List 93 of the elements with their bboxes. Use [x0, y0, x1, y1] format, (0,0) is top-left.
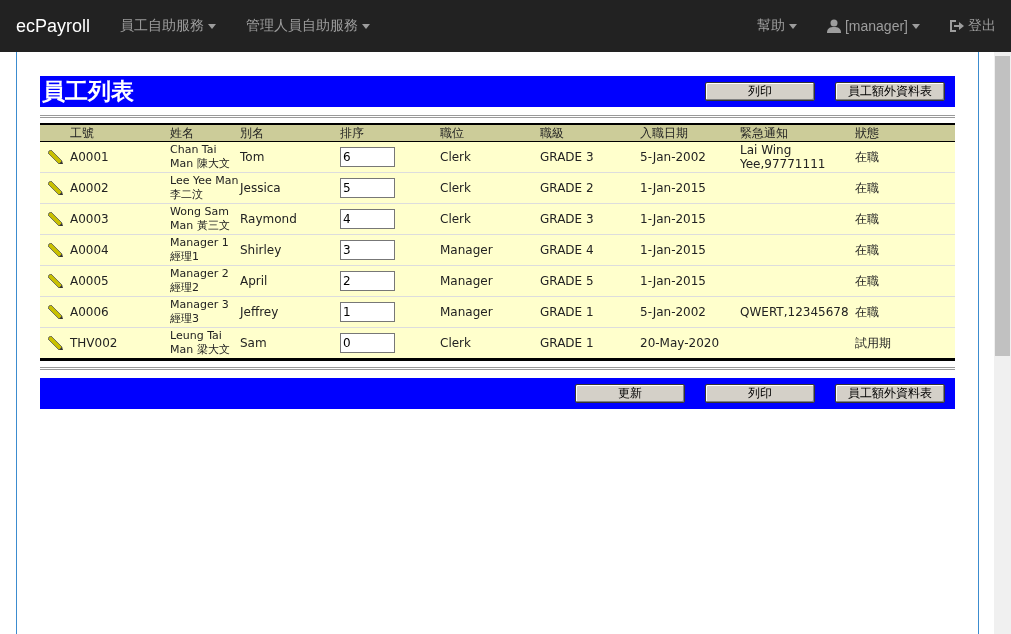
- column-header: 工號: [70, 126, 95, 140]
- table-cell: 1-Jan-2015: [640, 243, 706, 257]
- column-header: 別名: [240, 126, 265, 140]
- toolbar-button[interactable]: 列印: [705, 82, 815, 101]
- order-input[interactable]: 4: [340, 209, 395, 229]
- pencil-icon[interactable]: [48, 150, 63, 164]
- pencil-icon[interactable]: [48, 181, 63, 195]
- table-cell: GRADE 4: [540, 243, 594, 257]
- action-button[interactable]: 列印: [705, 384, 815, 403]
- table-cell-text: Manager 3 經理3: [170, 298, 230, 326]
- table-cell-text: Leung Tai Man 梁大文: [170, 329, 231, 357]
- order-input[interactable]: 5: [340, 178, 395, 198]
- column-header: 緊急通知: [740, 126, 789, 140]
- toolbar-button[interactable]: 員工額外資料表: [835, 82, 945, 101]
- column-header: 職級: [540, 126, 565, 140]
- logout-icon: [950, 20, 964, 32]
- caret-icon: [362, 23, 371, 29]
- table-cell: Clerk: [440, 150, 471, 164]
- scrollbar[interactable]: [994, 52, 1011, 634]
- table-cell: April: [240, 274, 268, 288]
- help-menu[interactable]: 幫助: [756, 17, 797, 35]
- table-cell: 在職: [855, 305, 879, 319]
- table-cell: 1-Jan-2015: [640, 181, 706, 195]
- table-cell: Clerk: [440, 336, 471, 350]
- caret-icon: [208, 23, 217, 29]
- pencil-icon[interactable]: [48, 274, 63, 288]
- table-cell: 5-Jan-2002: [640, 150, 706, 164]
- table-cell: 在職: [855, 150, 879, 164]
- pencil-icon[interactable]: [48, 243, 63, 257]
- nav-menu[interactable]: 管理人員自助服務: [246, 17, 371, 35]
- table-cell: GRADE 5: [540, 274, 594, 288]
- pencil-icon[interactable]: [48, 305, 63, 319]
- column-header: 狀態: [855, 126, 880, 140]
- table-cell: Sam: [240, 336, 267, 350]
- table-cell: 試用期: [855, 336, 891, 350]
- table-cell: A0006: [70, 305, 109, 319]
- table-cell: 在職: [855, 274, 879, 288]
- table-cell: GRADE 3: [540, 212, 594, 226]
- table-cell-text: Chan Tai Man 陳大文: [170, 143, 231, 171]
- table-cell: Raymond: [240, 212, 297, 226]
- action-button[interactable]: 員工額外資料表: [835, 384, 945, 403]
- table-cell: A0003: [70, 212, 109, 226]
- table-cell: A0005: [70, 274, 109, 288]
- table-cell: THV002: [70, 336, 118, 350]
- caret-icon: [912, 23, 920, 29]
- column-header: 排序: [340, 126, 365, 140]
- user-menu[interactable]: [manager]: [826, 18, 920, 34]
- table-cell: GRADE 2: [540, 181, 594, 195]
- order-input[interactable]: 6: [340, 147, 395, 167]
- table-cell-text: Lee Yee Man 李二汶: [170, 174, 239, 202]
- table-cell: A0004: [70, 243, 109, 257]
- table-cell-text: Manager 2 經理2: [170, 267, 230, 295]
- table-cell: Jessica: [240, 181, 281, 195]
- table-cell: Shirley: [240, 243, 282, 257]
- table-cell: Tom: [240, 150, 265, 164]
- order-input[interactable]: 3: [340, 240, 395, 260]
- table-cell: GRADE 1: [540, 305, 594, 319]
- table-cell: 1-Jan-2015: [640, 212, 706, 226]
- table-cell: QWERT,12345678: [740, 305, 849, 319]
- order-input[interactable]: 0: [340, 333, 395, 353]
- table-cell: Manager: [440, 305, 493, 319]
- table-cell: 在職: [855, 181, 879, 195]
- table-cell: Clerk: [440, 181, 471, 195]
- column-header: 入職日期: [640, 126, 689, 140]
- column-header: 職位: [440, 126, 465, 140]
- logout-link[interactable]: 登出: [950, 17, 996, 35]
- table-cell-text: Manager 1 經理1: [170, 236, 230, 264]
- user-icon: [826, 19, 841, 33]
- column-header: 姓名: [170, 126, 195, 140]
- table-cell: 在職: [855, 212, 879, 226]
- pencil-icon[interactable]: [48, 336, 63, 350]
- table-cell: GRADE 3: [540, 150, 594, 164]
- order-input[interactable]: 2: [340, 271, 395, 291]
- page-title: 員工列表: [42, 77, 135, 106]
- pencil-icon[interactable]: [48, 212, 63, 226]
- table-cell: 20-May-2020: [640, 336, 720, 350]
- table-cell: GRADE 1: [540, 336, 594, 350]
- table-cell: A0002: [70, 181, 109, 195]
- table-cell: A0001: [70, 150, 109, 164]
- action-button[interactable]: 更新: [575, 384, 685, 403]
- table-cell-text: Lai Wing Yee,97771111: [740, 143, 827, 171]
- table-cell: Jeffrey: [240, 305, 279, 319]
- table-cell: Manager: [440, 274, 493, 288]
- table-cell: 5-Jan-2002: [640, 305, 706, 319]
- table-cell-text: Wong Sam Man 黃三文: [170, 205, 231, 233]
- table-cell: 1-Jan-2015: [640, 274, 706, 288]
- brand-logo[interactable]: ecPayroll: [16, 15, 91, 37]
- order-input[interactable]: 1: [340, 302, 395, 322]
- table-cell: 在職: [855, 243, 879, 257]
- table-cell: Clerk: [440, 212, 471, 226]
- caret-icon: [788, 23, 797, 29]
- nav-menu[interactable]: 員工自助服務: [120, 17, 217, 35]
- table-cell: Manager: [440, 243, 493, 257]
